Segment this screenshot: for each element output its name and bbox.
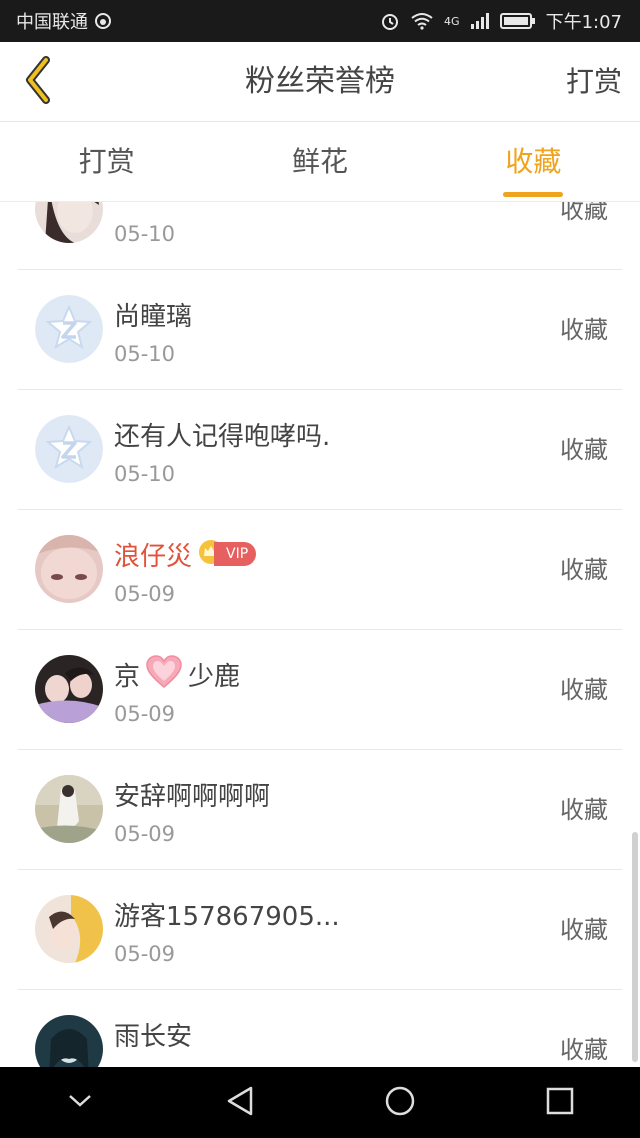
item-action-label: 收藏 [560, 676, 608, 704]
square-recents-icon [545, 1086, 575, 1120]
network-type-label: 4G [444, 14, 460, 28]
triangle-back-icon [225, 1085, 255, 1121]
status-bar: 中国联通 4G 下午1:07 [0, 0, 640, 42]
alarm-icon [380, 11, 400, 31]
back-arrow-icon [22, 56, 54, 108]
signal-icon [470, 12, 490, 30]
user-name: 还有人记得咆哮吗. [114, 421, 331, 452]
system-nav-bar [0, 1067, 640, 1138]
list-item[interactable]: 05-10 收藏 [18, 202, 622, 270]
item-date: 05-10 [114, 222, 176, 246]
user-name: 尚瞳璃 [114, 301, 193, 332]
active-tab-indicator [503, 192, 564, 197]
avatar [35, 655, 103, 723]
tab-reward[interactable]: 打赏 [0, 122, 213, 201]
list-item[interactable]: 京 少鹿 05-09 收藏 [18, 630, 622, 750]
item-action-label: 收藏 [560, 916, 608, 944]
vip-badge: VIP [198, 540, 257, 566]
user-name-prefix: 京 [114, 661, 141, 692]
list-item[interactable]: 游客157867905... 05-09 收藏 [18, 870, 622, 990]
avatar [35, 535, 103, 603]
list-item[interactable]: 尚瞳璃 05-10 收藏 [18, 270, 622, 390]
user-name: 雨长安 [114, 1021, 193, 1052]
tab-bar: 打赏 鲜花 收藏 [0, 122, 640, 202]
tab-label: 鲜花 [291, 145, 348, 178]
user-name: 安辞啊啊啊啊 [114, 781, 271, 812]
reward-button[interactable]: 打赏 [566, 42, 622, 122]
nav-recents-button[interactable] [530, 1073, 590, 1133]
list-item[interactable]: 安辞啊啊啊啊 05-09 收藏 [18, 750, 622, 870]
wifi-icon [410, 12, 434, 30]
list-item[interactable]: 浪仔災 VIP 05-09 收藏 [18, 510, 622, 630]
page-title: 粉丝荣誉榜 [245, 64, 395, 99]
tab-flowers[interactable]: 鲜花 [213, 122, 426, 201]
avatar [35, 1015, 103, 1067]
user-name: 浪仔災 [114, 541, 193, 572]
list-item[interactable]: 还有人记得咆哮吗. 05-10 收藏 [18, 390, 622, 510]
tab-favorites[interactable]: 收藏 [427, 122, 640, 201]
user-name-suffix: 少鹿 [188, 661, 241, 692]
user-name: 游客157867905... [114, 901, 340, 932]
scrollbar[interactable] [632, 832, 638, 1062]
item-date: 05-09 [114, 942, 176, 966]
chevron-down-icon [67, 1093, 93, 1113]
nav-home-button[interactable] [370, 1073, 430, 1133]
item-action-label: 收藏 [560, 436, 608, 464]
default-avatar-icon [35, 295, 103, 363]
avatar [35, 202, 103, 243]
item-date: 05-10 [114, 342, 176, 366]
back-button[interactable] [14, 56, 62, 108]
tab-label: 收藏 [505, 145, 562, 178]
item-action-label: 收藏 [560, 202, 608, 224]
sync-icon [94, 12, 112, 30]
hide-nav-button[interactable] [50, 1073, 110, 1133]
avatar [35, 775, 103, 843]
item-date: 05-09 [114, 582, 176, 606]
default-avatar-icon [35, 415, 103, 483]
item-action-label: 收藏 [560, 316, 608, 344]
nav-back-button[interactable] [210, 1073, 270, 1133]
item-date: 05-09 [114, 822, 176, 846]
item-action-label: 收藏 [560, 1036, 608, 1064]
header-bar: 粉丝荣誉榜 打赏 [0, 42, 640, 122]
tab-label: 打赏 [78, 145, 135, 178]
fan-list[interactable]: 05-10 收藏 尚瞳璃 05-10 收藏 还有人记得咆哮吗. 05-10 收藏 [0, 202, 640, 1067]
carrier-label: 中国联通 [16, 12, 88, 33]
list-item[interactable]: 雨长安 收藏 [18, 990, 622, 1067]
circle-home-icon [384, 1085, 416, 1121]
item-date: 05-10 [114, 462, 176, 486]
item-date: 05-09 [114, 702, 176, 726]
heart-icon [146, 655, 182, 693]
item-action-label: 收藏 [560, 796, 608, 824]
item-action-label: 收藏 [560, 556, 608, 584]
battery-icon [499, 12, 536, 30]
avatar [35, 895, 103, 963]
vip-label: VIP [214, 542, 257, 566]
clock-label: 下午1:07 [545, 12, 622, 33]
